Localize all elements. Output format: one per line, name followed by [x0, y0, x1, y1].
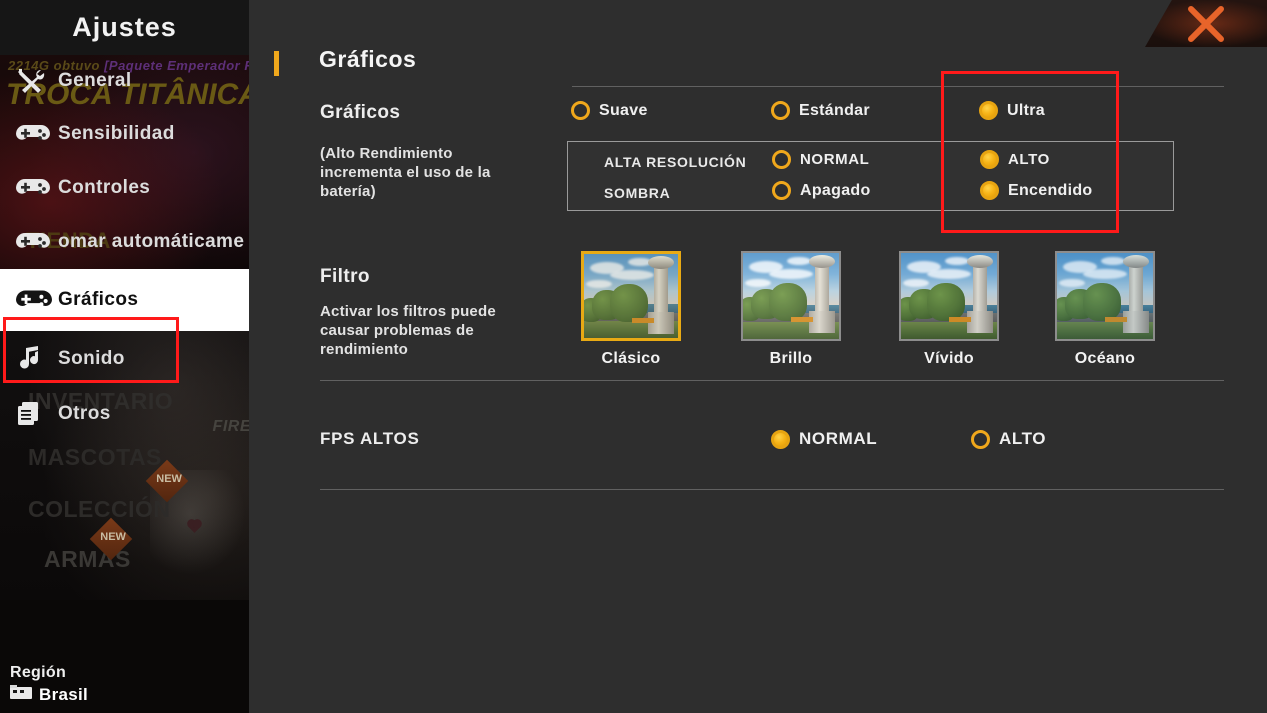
radio-fps-alto[interactable]: ALTO	[971, 429, 1046, 449]
radio-dot	[980, 181, 999, 200]
settings-screen: 2214G obtuvo [Paquete Emperador R TROCA …	[0, 0, 1267, 713]
filter-option-vivido[interactable]: Vívido	[899, 251, 999, 368]
flag-icon	[10, 685, 32, 705]
fps-section-divider	[320, 489, 1224, 490]
radio-resolucion-normal[interactable]: NORMAL	[772, 150, 869, 169]
panel-header: Gráficos	[249, 45, 1267, 85]
filter-thumbnail	[581, 251, 681, 341]
radio-label: Encendido	[1008, 181, 1093, 199]
filter-thumbnail	[899, 251, 999, 341]
sidebar-item-label: Controles	[58, 177, 151, 198]
filter-option-clasico[interactable]: Clásico	[581, 251, 681, 368]
tools-icon	[16, 66, 58, 96]
radio-label: Suave	[599, 101, 648, 119]
performance-options-box: ALTA RESOLUCIÓN SOMBRA NORMAL ALTO Apaga…	[567, 141, 1174, 211]
graphics-row-label: Gráficos	[320, 102, 401, 123]
region-label: Región	[10, 664, 67, 681]
radio-dot	[771, 101, 790, 120]
region-value: Brasil	[39, 685, 89, 704]
radio-sombra-apagado[interactable]: Apagado	[772, 181, 871, 200]
gamepad-icon	[16, 285, 58, 315]
region-display[interactable]: Región Brasil	[0, 664, 249, 705]
radio-sombra-encendido[interactable]: Encendido	[980, 181, 1092, 200]
filter-label: Clásico	[601, 350, 661, 367]
filter-thumbnail	[1055, 251, 1155, 341]
radio-label: ALTO	[1008, 151, 1050, 168]
panel-title: Gráficos	[319, 46, 417, 72]
sidebar-item-label: omar automáticame	[58, 231, 245, 252]
header-divider	[572, 86, 1224, 87]
sidebar-item-label: General	[58, 70, 132, 91]
close-button[interactable]	[1145, 0, 1267, 47]
fps-row-label: FPS ALTOS	[320, 429, 420, 448]
filter-label: Vívido	[924, 350, 974, 367]
radio-dot	[571, 101, 590, 120]
radio-dot	[772, 181, 791, 200]
sidebar-item-otros[interactable]: Otros	[0, 387, 249, 441]
filter-option-brillo[interactable]: Brillo	[741, 251, 841, 368]
radio-dot	[979, 101, 998, 120]
page-title: Ajustes	[72, 12, 177, 42]
sidebar-item-label: Sonido	[58, 348, 125, 369]
sidebar-item-sensibilidad[interactable]: Sensibilidad	[0, 107, 249, 161]
radio-label: Estándar	[799, 101, 870, 119]
alta-resolucion-label: ALTA RESOLUCIÓN	[604, 154, 747, 170]
graphics-settings-panel: Gráficos Gráficos (Alto Rendimiento incr…	[249, 0, 1267, 713]
radio-graphics-suave[interactable]: Suave	[571, 101, 648, 120]
radio-graphics-ultra[interactable]: Ultra	[979, 101, 1045, 120]
filter-label: Brillo	[769, 350, 813, 367]
radio-graphics-estandar[interactable]: Estándar	[771, 101, 870, 120]
ghost-armas-text: ARMAS	[44, 546, 131, 572]
radio-dot	[971, 429, 990, 449]
gamepad-icon	[16, 227, 58, 257]
radio-dot	[980, 150, 999, 169]
sidebar-item-label: Sensibilidad	[58, 123, 175, 144]
ghost-mascotas-text: MASCOTAS	[28, 444, 162, 470]
sidebar-item-graficos[interactable]: Gráficos	[0, 269, 249, 331]
sidebar-title-bar: Ajustes	[0, 0, 249, 55]
graphics-row-note: (Alto Rendimiento incrementa el uso de l…	[320, 145, 491, 200]
settings-sidebar: 2214G obtuvo [Paquete Emperador R TROCA …	[0, 0, 249, 713]
radio-dot	[772, 150, 791, 169]
filter-row-note: Activar los filtros puede causar problem…	[320, 303, 496, 358]
radio-label: ALTO	[999, 429, 1047, 448]
sombra-label: SOMBRA	[604, 185, 671, 201]
ghost-coleccion-text: COLECCIÓN	[28, 496, 171, 522]
sidebar-item-sonido[interactable]: Sonido	[0, 331, 249, 387]
gamepad-icon	[16, 119, 58, 149]
gamepad-icon	[16, 173, 58, 203]
new-badge-diamond: NEW	[145, 459, 189, 503]
radio-label: NORMAL	[799, 429, 878, 448]
close-icon	[1188, 5, 1224, 42]
radio-resolucion-alto[interactable]: ALTO	[980, 150, 1050, 169]
filter-thumbnail	[741, 251, 841, 341]
header-accent-bar	[274, 51, 279, 76]
sidebar-menu: General Sensibilidad Controles omar auto…	[0, 55, 249, 441]
new-badge-diamond: NEW	[89, 517, 133, 561]
radio-label: Apagado	[800, 181, 871, 199]
list-icon	[16, 399, 58, 429]
radio-label: NORMAL	[800, 151, 870, 168]
sidebar-item-label: Otros	[58, 403, 111, 424]
filter-section-divider	[320, 380, 1224, 381]
filter-option-oceano[interactable]: Océano	[1055, 251, 1155, 368]
radio-dot	[771, 429, 790, 449]
music-note-icon	[16, 344, 58, 374]
filter-label: Océano	[1074, 350, 1136, 367]
filter-row-label: Filtro	[320, 266, 370, 287]
sidebar-item-disparo-automatico[interactable]: omar automáticame	[0, 215, 249, 269]
sidebar-item-controles[interactable]: Controles	[0, 161, 249, 215]
radio-fps-normal[interactable]: NORMAL	[771, 429, 877, 449]
radio-label: Ultra	[1007, 101, 1045, 119]
sidebar-item-label: Gráficos	[58, 289, 139, 310]
sidebar-item-general[interactable]: General	[0, 55, 249, 107]
